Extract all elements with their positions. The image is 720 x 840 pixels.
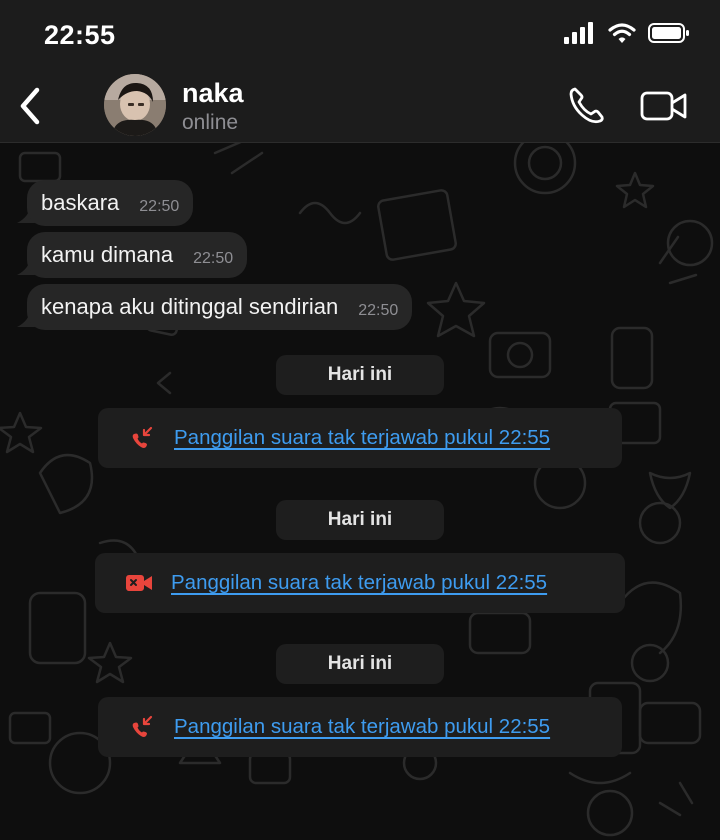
- missed-call-card[interactable]: Panggilan suara tak terjawab pukul 22:55: [98, 697, 622, 757]
- message-time: 22:50: [193, 250, 234, 267]
- missed-video-call-icon: [125, 569, 153, 597]
- date-separator: Hari ini: [276, 500, 444, 540]
- missed-voice-call-icon: [128, 424, 156, 452]
- top-bar: 22:55 naka online: [0, 0, 720, 143]
- status-icons: [564, 22, 690, 44]
- missed-call-text[interactable]: Panggilan suara tak terjawab pukul 22:55: [174, 715, 550, 739]
- message-bubble[interactable]: kenapa aku ditinggal sendirian 22:50: [27, 284, 413, 330]
- message-time: 22:50: [139, 198, 180, 215]
- missed-call-text[interactable]: Panggilan suara tak terjawab pukul 22:55: [171, 571, 547, 595]
- video-camera-icon[interactable]: [640, 90, 688, 122]
- wifi-icon: [608, 23, 636, 43]
- message-text: kamu dimana: [41, 242, 174, 267]
- missed-call-text[interactable]: Panggilan suara tak terjawab pukul 22:55: [174, 426, 550, 450]
- back-chevron-icon[interactable]: [12, 82, 52, 130]
- message-time: 22:50: [358, 302, 399, 319]
- message-text: kenapa aku ditinggal sendirian: [41, 294, 339, 319]
- message-bubble[interactable]: kamu dimana 22:50: [27, 232, 248, 278]
- status-time: 22:55: [44, 20, 116, 50]
- chat-screen: 22:55 naka online baskara 22:50 kamu dim…: [0, 0, 720, 840]
- chat-area[interactable]: baskara 22:50 kamu dimana 22:50 kenapa a…: [0, 143, 720, 840]
- cellular-signal-icon: [564, 22, 593, 44]
- phone-icon[interactable]: [566, 84, 606, 126]
- message-text: baskara: [41, 190, 120, 215]
- message-bubble[interactable]: baskara 22:50: [27, 180, 194, 226]
- avatar[interactable]: [104, 74, 166, 136]
- contact-status: online: [182, 111, 239, 134]
- missed-call-card[interactable]: Panggilan suara tak terjawab pukul 22:55: [95, 553, 625, 613]
- avatar-photo: [104, 74, 166, 136]
- date-separator: Hari ini: [276, 355, 444, 395]
- contact-name[interactable]: naka: [182, 78, 244, 109]
- date-separator: Hari ini: [276, 644, 444, 684]
- missed-call-card[interactable]: Panggilan suara tak terjawab pukul 22:55: [98, 408, 622, 468]
- battery-icon: [648, 23, 689, 43]
- missed-voice-call-icon: [128, 713, 156, 741]
